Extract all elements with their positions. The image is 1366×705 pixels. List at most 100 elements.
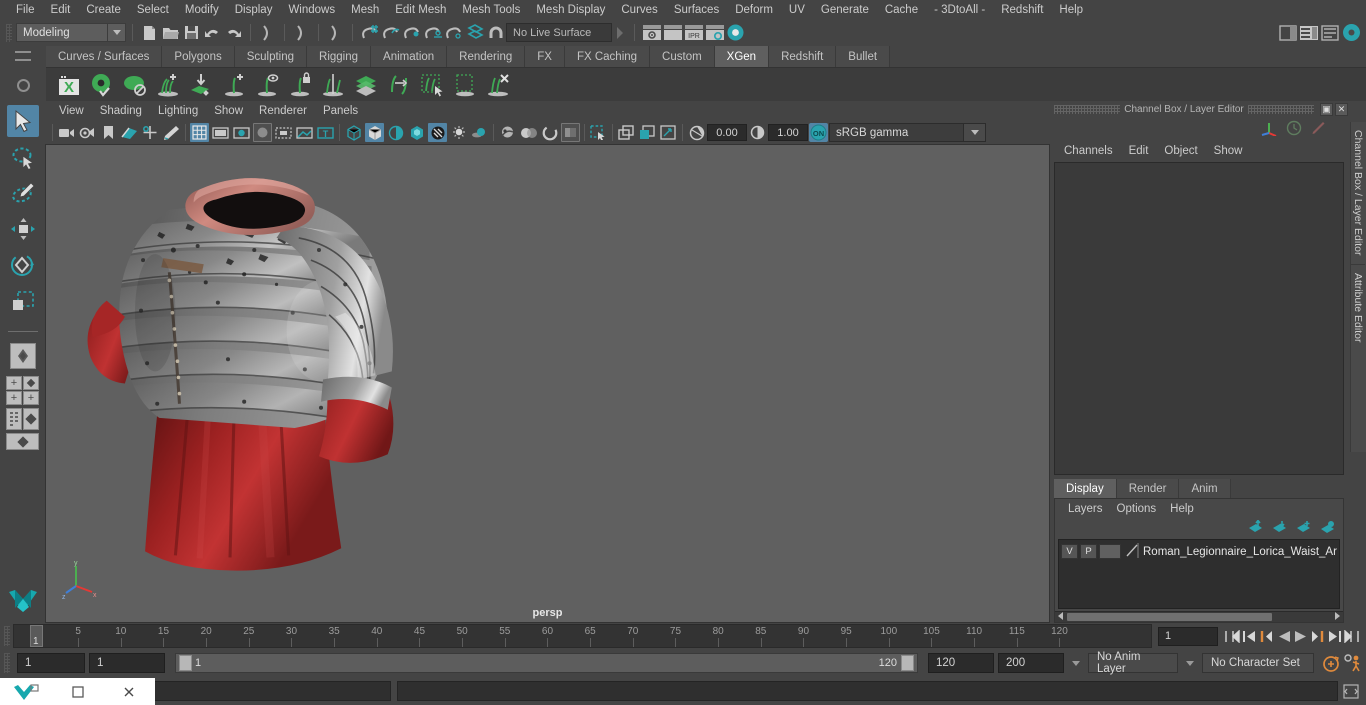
open-scene-icon[interactable] bbox=[161, 23, 180, 42]
layer-color-swatch[interactable] bbox=[1099, 544, 1121, 559]
rotate-tool[interactable] bbox=[7, 249, 39, 281]
gate-mask-icon[interactable] bbox=[253, 123, 272, 142]
menu-mesh-tools[interactable]: Mesh Tools bbox=[454, 2, 528, 18]
xgen-preview-icon[interactable] bbox=[87, 70, 117, 100]
scrollbar-thumb[interactable] bbox=[1067, 613, 1272, 621]
menu-redshift[interactable]: Redshift bbox=[993, 2, 1051, 18]
snap-grid-icon[interactable] bbox=[360, 23, 379, 42]
close-icon[interactable]: ✕ bbox=[1335, 103, 1349, 116]
go-to-start-icon[interactable] bbox=[1224, 627, 1241, 646]
shelf-tab-xgen[interactable]: XGen bbox=[714, 46, 770, 67]
exposure-field[interactable]: 0.00 bbox=[707, 124, 747, 141]
xgen-convert-icon[interactable] bbox=[384, 70, 414, 100]
screen-space-ao-icon[interactable] bbox=[498, 123, 517, 142]
shelf-tab-polygons[interactable]: Polygons bbox=[162, 46, 235, 67]
xgen-import-collection-icon[interactable] bbox=[186, 70, 216, 100]
scale-tool[interactable] bbox=[7, 285, 39, 317]
select-by-object-icon[interactable] bbox=[292, 23, 311, 42]
use-all-lights-icon[interactable] bbox=[428, 123, 447, 142]
step-back-keyframe-icon[interactable] bbox=[1241, 627, 1258, 646]
anim-layer-selector[interactable]: No Anim Layer bbox=[1088, 651, 1178, 675]
character-set-dropdown-arrow[interactable] bbox=[1182, 653, 1198, 673]
layer-list-horizontal-scrollbar[interactable] bbox=[1055, 611, 1343, 622]
channelbox-menu-channels[interactable]: Channels bbox=[1056, 143, 1121, 159]
layout-preset-outliner-persp[interactable] bbox=[6, 408, 22, 430]
layers-menu[interactable]: Layers bbox=[1061, 501, 1110, 517]
menu-create[interactable]: Create bbox=[78, 2, 129, 18]
menu-mesh-display[interactable]: Mesh Display bbox=[528, 2, 613, 18]
make-live-icon[interactable] bbox=[465, 23, 484, 42]
redo-icon[interactable] bbox=[224, 23, 243, 42]
go-to-end-icon[interactable] bbox=[1343, 627, 1360, 646]
anim-end-field[interactable]: 200 bbox=[998, 653, 1064, 673]
shelf-tab-custom[interactable]: Custom bbox=[650, 46, 715, 67]
play-backwards-icon[interactable] bbox=[1275, 627, 1292, 646]
color-profile-selector[interactable]: sRGB gamma bbox=[829, 123, 964, 142]
viewport-menu-show[interactable]: Show bbox=[206, 103, 251, 119]
current-frame-field[interactable]: 1 bbox=[1158, 626, 1218, 646]
menu-deform[interactable]: Deform bbox=[727, 2, 781, 18]
snap-projected-icon[interactable] bbox=[423, 23, 442, 42]
tab-display[interactable]: Display bbox=[1054, 479, 1117, 498]
anim-start-field[interactable]: 1 bbox=[17, 653, 85, 673]
channelbox-menu-edit[interactable]: Edit bbox=[1121, 143, 1157, 159]
range-end-field[interactable]: 120 bbox=[928, 653, 994, 673]
snap-view-plane-icon[interactable] bbox=[444, 23, 463, 42]
close-icon[interactable] bbox=[103, 678, 155, 705]
tool-settings-icon[interactable] bbox=[1341, 23, 1360, 42]
range-start-field[interactable]: 1 bbox=[89, 653, 165, 673]
auto-keyframe-icon[interactable] bbox=[1322, 654, 1339, 673]
grease-pencil-icon[interactable] bbox=[162, 123, 181, 142]
color-management-toggle[interactable]: ON bbox=[809, 123, 828, 142]
shelf-tab-bullet[interactable]: Bullet bbox=[836, 46, 891, 67]
shelf-tab-fx-caching[interactable]: FX Caching bbox=[564, 46, 651, 67]
save-scene-icon[interactable] bbox=[182, 23, 201, 42]
undo-icon[interactable] bbox=[203, 23, 222, 42]
layer-playback-toggle[interactable]: P bbox=[1080, 544, 1097, 559]
light-toggle-icon[interactable] bbox=[449, 123, 468, 142]
new-layer-icon[interactable] bbox=[1320, 520, 1335, 536]
shadows-icon[interactable] bbox=[470, 123, 489, 142]
menu-display[interactable]: Display bbox=[227, 2, 281, 18]
status-line-grip[interactable] bbox=[6, 23, 12, 42]
vertical-tab-attribute-editor[interactable]: Attribute Editor bbox=[1351, 263, 1365, 350]
xgen-grooming-view-icon[interactable] bbox=[252, 70, 282, 100]
viewport-menu-renderer[interactable]: Renderer bbox=[251, 103, 315, 119]
paint-select-tool[interactable] bbox=[7, 177, 39, 209]
range-start-handle[interactable] bbox=[179, 655, 192, 671]
xgen-grooming-add-icon[interactable] bbox=[219, 70, 249, 100]
panel-grip-left[interactable] bbox=[1054, 105, 1121, 114]
resolution-gate-icon[interactable] bbox=[232, 123, 251, 142]
range-slider-grip[interactable] bbox=[4, 653, 10, 673]
image-plane-icon[interactable] bbox=[120, 123, 139, 142]
shelf-tab-sculpting[interactable]: Sculpting bbox=[234, 46, 308, 67]
render-view-icon[interactable] bbox=[642, 23, 661, 42]
wireframe-shading-icon[interactable] bbox=[344, 123, 363, 142]
gamma-icon[interactable] bbox=[748, 123, 767, 142]
layer-visibility-toggle[interactable]: V bbox=[1061, 544, 1078, 559]
step-for-frame-icon[interactable] bbox=[1309, 627, 1326, 646]
display-layer-icon[interactable] bbox=[617, 123, 636, 142]
layout-preset-hypergraph-persp[interactable] bbox=[23, 408, 39, 430]
vertical-tab-channel-box[interactable]: Channel Box / Layer Editor bbox=[1351, 122, 1365, 264]
motion-blur-icon[interactable] bbox=[519, 123, 538, 142]
layout-preset-four-pane[interactable]: + bbox=[23, 391, 39, 405]
anim-layer-dropdown-arrow[interactable] bbox=[1068, 653, 1084, 673]
select-camera-icon[interactable] bbox=[57, 123, 76, 142]
scroll-left-arrow-icon[interactable] bbox=[1055, 611, 1067, 623]
minimize-icon[interactable] bbox=[52, 678, 104, 705]
textured-shading-icon[interactable] bbox=[407, 123, 426, 142]
text-overlay-icon[interactable]: T bbox=[316, 123, 335, 142]
shelf-menu-icon[interactable] bbox=[15, 51, 31, 61]
channelbox-toggle-icon[interactable] bbox=[1299, 23, 1318, 42]
menu-edit[interactable]: Edit bbox=[43, 2, 79, 18]
channelbox-menu-show[interactable]: Show bbox=[1206, 143, 1251, 159]
2d-pan-zoom-icon[interactable] bbox=[141, 123, 160, 142]
new-scene-icon[interactable] bbox=[140, 23, 159, 42]
xgen-grooming-mirror-icon[interactable] bbox=[318, 70, 348, 100]
gamma-field[interactable]: 1.00 bbox=[768, 124, 808, 141]
xgen-editor-icon[interactable]: X bbox=[54, 70, 84, 100]
layer-list[interactable]: V P Roman_Legionnaire_Lorica_Waist_Ar bbox=[1058, 539, 1340, 609]
channel-box-content[interactable] bbox=[1054, 162, 1344, 475]
shelf-tab-redshift[interactable]: Redshift bbox=[769, 46, 837, 67]
